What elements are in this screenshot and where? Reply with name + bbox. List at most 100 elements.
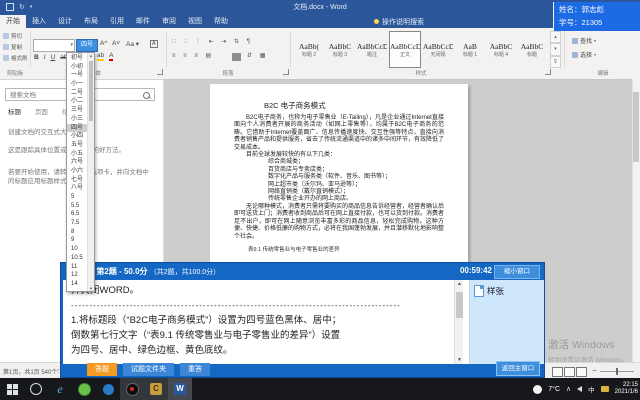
font-size-option[interactable]: 11: [67, 263, 87, 272]
clock[interactable]: 22:15 2021/1/6: [615, 382, 638, 396]
font-size-option[interactable]: 五号: [67, 141, 87, 150]
font-size-option[interactable]: 10.5: [67, 254, 87, 263]
font-size-option[interactable]: 一号: [67, 71, 87, 80]
clipboard-button[interactable]: 剪切: [3, 32, 28, 40]
exam-panel-header[interactable]: Word - 第2题 - 50.0分 （共2题，共100.0分） 00:59:4…: [61, 263, 544, 280]
menu-tab[interactable]: 开始: [0, 15, 26, 28]
nav-tab[interactable]: 标题: [8, 106, 21, 116]
menu-tab[interactable]: 视图: [182, 15, 208, 28]
shrink-font-button[interactable]: A˅: [112, 40, 120, 47]
font-size-option[interactable]: 7.5: [67, 219, 87, 228]
gallery-more-icon[interactable]: ⊽: [550, 56, 561, 68]
web-layout-icon[interactable]: [576, 367, 587, 377]
menu-tab[interactable]: 邮件: [130, 15, 156, 28]
exam-tab-button[interactable]: 试题文件夹: [123, 363, 174, 376]
shrink-window-button[interactable]: 缩小窗口: [494, 265, 540, 279]
paragraph-dialog-launcher-icon[interactable]: [283, 69, 289, 75]
font-size-option[interactable]: 二号: [67, 89, 87, 98]
gallery-up-icon[interactable]: ▴: [550, 31, 561, 43]
tray-app-icon[interactable]: [601, 386, 609, 392]
weather-icon[interactable]: [533, 385, 542, 394]
ime-indicator[interactable]: 中: [588, 384, 595, 394]
taskbar-ie[interactable]: e: [48, 378, 72, 400]
dropdown-scrollbar-thumb[interactable]: [89, 61, 93, 121]
taskbar-blue-app[interactable]: [96, 378, 120, 400]
font-size-option[interactable]: 小三: [67, 115, 87, 124]
menu-tab[interactable]: 设计: [52, 15, 78, 28]
bold-button[interactable]: B: [34, 54, 39, 61]
style-chip[interactable]: AaBbC 标题 4: [486, 31, 516, 68]
dropdown-scroll-down-icon[interactable]: ▼: [88, 286, 94, 291]
font-size-option[interactable]: 5: [67, 193, 87, 202]
editing-button[interactable]: 查找 ▾: [572, 36, 596, 45]
paragraph-icons-row2[interactable]: ≡ ≡ ≡ ▤: [172, 52, 214, 59]
font-name-combobox[interactable]: ▾: [33, 39, 75, 52]
change-case-button[interactable]: Aa ▾: [126, 40, 139, 48]
sample-item[interactable]: 样张: [474, 285, 504, 297]
char-border-button[interactable]: A: [150, 40, 158, 48]
font-size-option[interactable]: 八号: [67, 184, 87, 193]
search-icon[interactable]: [143, 92, 150, 99]
tell-me-search[interactable]: 操作说明搜索: [368, 15, 430, 28]
style-chip[interactable]: AaBb( 标题 2: [294, 31, 324, 68]
print-layout-icon[interactable]: [564, 367, 575, 377]
style-chip[interactable]: AaB 标题 1: [455, 31, 485, 68]
italic-button[interactable]: I: [44, 54, 46, 61]
read-mode-icon[interactable]: [552, 367, 563, 377]
font-size-option[interactable]: 10: [67, 245, 87, 254]
font-size-option[interactable]: 小五: [67, 150, 87, 159]
font-size-option[interactable]: 小二: [67, 97, 87, 106]
return-main-window-button[interactable]: 返回主窗口: [496, 361, 540, 376]
font-size-option[interactable]: 三号: [67, 106, 87, 115]
font-dialog-launcher-icon[interactable]: [157, 69, 163, 75]
document-scrollbar-thumb[interactable]: [633, 92, 639, 162]
font-size-option[interactable]: 七号: [67, 176, 87, 185]
clipboard-button[interactable]: 格式刷: [3, 54, 28, 62]
font-size-option[interactable]: 小一: [67, 80, 87, 89]
editing-button[interactable]: 选择 ▾: [572, 50, 596, 59]
gallery-down-icon[interactable]: ▾: [550, 43, 561, 55]
highlight-color-button[interactable]: ab: [97, 52, 104, 61]
taskbar-recorder-app[interactable]: [120, 378, 144, 400]
menu-tab[interactable]: 布局: [78, 15, 104, 28]
font-size-option[interactable]: 9: [67, 236, 87, 245]
font-size-option[interactable]: 8: [67, 228, 87, 237]
font-size-option[interactable]: 四号: [67, 124, 87, 133]
font-size-option[interactable]: 小六: [67, 167, 87, 176]
underline-button[interactable]: U: [51, 54, 56, 61]
font-color-button[interactable]: A: [109, 52, 113, 61]
font-size-option[interactable]: 小四: [67, 132, 87, 141]
task-scrollbar-thumb[interactable]: [456, 292, 463, 318]
font-size-option[interactable]: 初号: [67, 54, 87, 63]
clipboard-button[interactable]: 复制: [3, 43, 28, 51]
taskbar-exam-app[interactable]: C: [144, 378, 168, 400]
menu-tab[interactable]: 帮助: [208, 15, 234, 28]
exam-tab-button[interactable]: 重答: [180, 363, 210, 376]
volume-icon[interactable]: [577, 386, 582, 392]
zoom-out-button[interactable]: −: [592, 366, 597, 375]
font-size-option[interactable]: 14: [67, 280, 87, 289]
style-chip[interactable]: AaBbCcD 题注: [356, 31, 388, 68]
taskbar-word[interactable]: W: [168, 378, 192, 400]
start-button[interactable]: [0, 378, 24, 400]
chevron-down-icon[interactable]: ▾: [70, 42, 73, 48]
style-chip[interactable]: AaBbCcD 无间隔: [422, 31, 454, 68]
nav-tab[interactable]: 页面: [35, 106, 48, 116]
font-size-option[interactable]: 5.5: [67, 202, 87, 211]
font-size-option[interactable]: 六号: [67, 158, 87, 167]
font-size-combobox[interactable]: 四号: [76, 39, 98, 52]
font-size-option[interactable]: 小初: [67, 63, 87, 72]
styles-dialog-launcher-icon[interactable]: [545, 69, 551, 75]
font-size-option[interactable]: 12: [67, 271, 87, 280]
grow-font-button[interactable]: A^: [100, 40, 107, 47]
taskbar-headset-app[interactable]: [24, 378, 48, 400]
dropdown-scroll-up-icon[interactable]: ▲: [88, 53, 94, 58]
style-chip[interactable]: AaBbC 标题: [517, 31, 547, 68]
style-chip[interactable]: AaBbC 标题 3: [325, 31, 355, 68]
menu-tab[interactable]: 审阅: [156, 15, 182, 28]
taskbar-green-app[interactable]: [72, 378, 96, 400]
font-size-option[interactable]: 6.5: [67, 210, 87, 219]
dropdown-scrollbar[interactable]: ▲ ▼: [87, 53, 94, 291]
style-chip[interactable]: AaBbCcD 正文: [389, 31, 421, 68]
paragraph-icons-row2b[interactable]: ⇵ ▦: [247, 52, 268, 59]
